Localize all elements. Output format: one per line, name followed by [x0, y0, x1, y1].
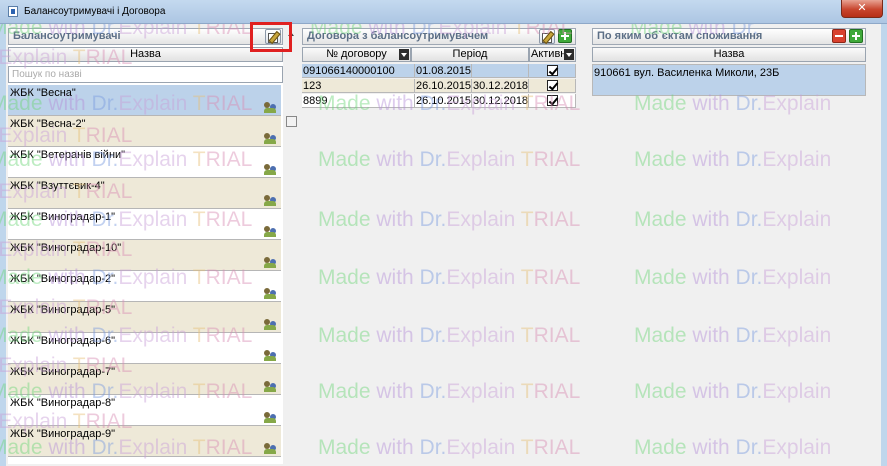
list-item-label: ЖБК "Взуттєвик-4" — [10, 180, 105, 192]
consumption-objects-title: По яким об`єктам споживання — [597, 30, 763, 42]
people-icon — [264, 226, 277, 237]
search-input[interactable]: Пошук по назві — [8, 66, 283, 83]
list-item[interactable]: ЖБК "Весна-2" — [8, 116, 281, 147]
add-contract-icon[interactable] — [558, 29, 572, 43]
people-icon — [264, 288, 277, 299]
list-item[interactable]: ЖБК "Виноградар-2" — [8, 271, 281, 302]
list-item[interactable]: ЖБК "Виноградар-7" — [8, 364, 281, 395]
active-checkbox[interactable] — [547, 80, 558, 91]
list-item-label: ЖБК "Весна" — [10, 87, 76, 99]
people-icon — [264, 164, 277, 175]
highlight-frame — [250, 22, 292, 52]
column-header-contract-number-label: № договору — [326, 48, 387, 60]
consumption-objects-header: По яким об`єктам споживання — [592, 28, 866, 45]
active-checkbox[interactable] — [547, 95, 558, 106]
active-cell — [529, 79, 576, 93]
balance-holders-header: Балансоутримувачі — [8, 28, 283, 45]
remove-object-icon[interactable] — [832, 29, 846, 43]
column-header-period[interactable]: Період — [411, 47, 529, 62]
column-header-active[interactable]: Активн — [529, 47, 576, 62]
people-icon — [264, 350, 277, 361]
list-item-label: ЖБК "Виноградар-2" — [10, 273, 116, 285]
list-item[interactable]: ЖБК "Взуттєвик-4" — [8, 178, 281, 209]
list-item[interactable]: ЖБК "Весна" — [8, 85, 281, 116]
balance-holders-title: Балансоутримувачі — [13, 30, 121, 42]
period-start-cell: 01.08.2015 — [415, 64, 472, 78]
splitter-handle[interactable] — [286, 116, 297, 127]
column-header-object-name[interactable]: Назва — [592, 47, 866, 62]
balance-holders-list: ЖБК "Весна" ЖБК "Весна-2" ЖБК "Ветеранів… — [8, 85, 283, 464]
people-icon — [264, 133, 277, 144]
table-row[interactable]: 8899 26.10.2015 30.12.2018 — [302, 94, 576, 108]
period-end-cell — [472, 64, 529, 78]
list-item-label: ЖБК "Виноградар-5" — [10, 304, 116, 316]
window-title: Балансоутримувачі і Договора — [24, 6, 166, 17]
people-icon — [264, 195, 277, 206]
column-header-contract-number[interactable]: № договору — [302, 47, 411, 62]
list-item-label: ЖБК "Виноградар-6" — [10, 335, 116, 347]
contracts-header: Договора з балансоутримувачем — [302, 28, 576, 45]
chevron-down-icon[interactable] — [399, 49, 409, 60]
list-item-label: ЖБК "Виноградар-8" — [10, 397, 116, 409]
list-item[interactable]: ЖБК "Виноградар-5" — [8, 302, 281, 333]
edit-contract-icon[interactable] — [539, 29, 555, 44]
people-icon — [264, 319, 277, 330]
list-item-label: ЖБК "Весна-2" — [10, 118, 86, 130]
list-item[interactable]: ЖБК "Виноградар-6" — [8, 333, 281, 364]
list-item[interactable]: ЖБК "Виноградар-1" — [8, 209, 281, 240]
contract-number-cell: 123 — [302, 79, 415, 93]
people-icon — [264, 412, 277, 423]
balance-holders-panel: Балансоутримувачі Назва Пошук по назві Ж… — [8, 28, 283, 464]
contracts-panel: Договора з балансоутримувачем № договору… — [302, 28, 576, 112]
list-item-label: ЖБК "Виноградар-7" — [10, 366, 116, 378]
window-titlebar: Балансоутримувачі і Договора ✕ — [0, 0, 887, 24]
table-row[interactable]: 910661 вул. Василенка Миколи, 23Б — [592, 64, 866, 96]
list-item-label: ЖБК "Виноградар-1" — [10, 211, 116, 223]
period-end-cell: 30.12.2018 — [472, 79, 529, 93]
people-icon — [264, 102, 277, 113]
list-item[interactable]: ЖБК "Виноградар-10" — [8, 240, 281, 271]
list-item[interactable]: ЖБК "Виноградар-8" — [8, 395, 281, 426]
list-item-label: ЖБК "Ветеранів війни" — [10, 149, 126, 161]
object-name-cell: 910661 вул. Василенка Миколи, 23Б — [594, 67, 780, 79]
list-item[interactable]: ЖБК "Виноградар-9" — [8, 426, 281, 457]
column-header-name[interactable]: Назва — [8, 47, 283, 62]
active-cell — [529, 64, 576, 78]
consumption-objects-panel: По яким об`єктам споживання Назва 910661… — [592, 28, 866, 96]
list-item[interactable]: ЖБК "Ветеранів війни" — [8, 147, 281, 178]
people-icon — [264, 257, 277, 268]
column-header-active-label: Активн — [531, 48, 567, 60]
app-icon — [8, 6, 18, 17]
period-start-cell: 26.10.2015 — [415, 79, 472, 93]
period-end-cell: 30.12.2018 — [472, 94, 529, 108]
add-object-icon[interactable] — [849, 29, 863, 43]
contract-number-cell: 091066140000100 — [302, 64, 415, 78]
active-checkbox[interactable] — [547, 65, 558, 76]
table-row[interactable]: 123 26.10.2015 30.12.2018 — [302, 79, 576, 93]
people-icon — [264, 381, 277, 392]
close-button[interactable]: ✕ — [841, 0, 883, 18]
period-start-cell: 26.10.2015 — [415, 94, 472, 108]
list-item-label: ЖБК "Виноградар-10" — [10, 242, 122, 254]
people-icon — [264, 443, 277, 454]
list-item-label: ЖБК "Виноградар-9" — [10, 428, 116, 440]
contracts-title: Договора з балансоутримувачем — [307, 30, 489, 42]
contract-number-cell: 8899 — [302, 94, 415, 108]
chevron-down-icon[interactable] — [564, 49, 574, 60]
active-cell — [529, 94, 576, 108]
table-row[interactable]: 091066140000100 01.08.2015 — [302, 64, 576, 78]
